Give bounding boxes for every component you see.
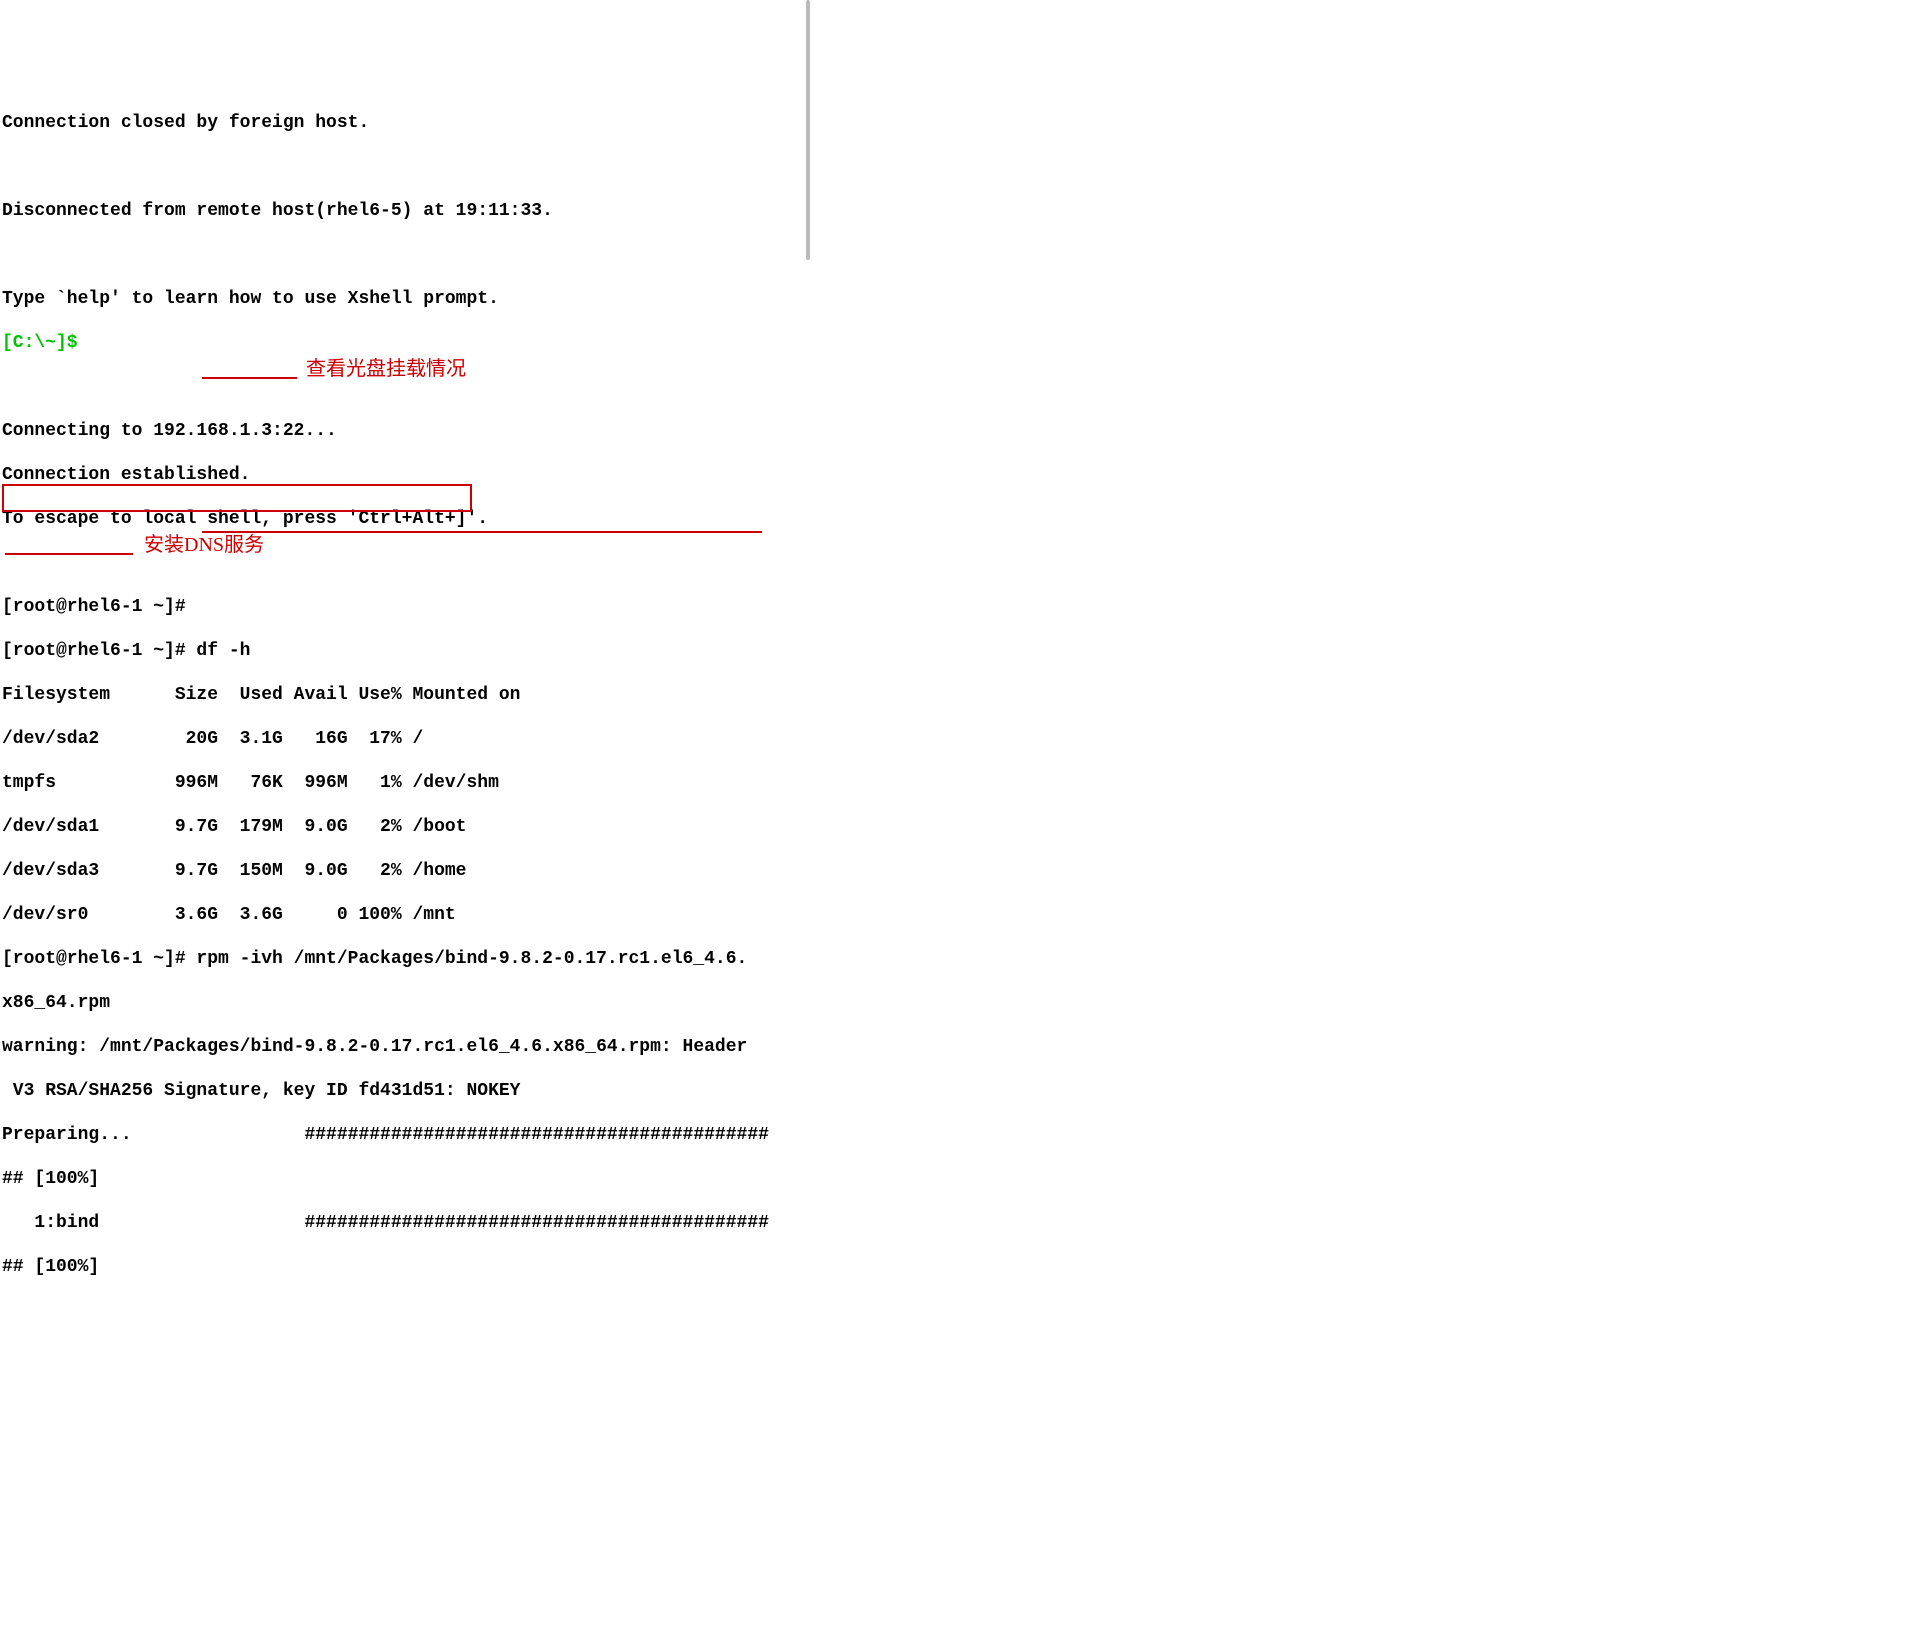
df-row-mnt: /dev/sr0 3.6G 3.6G 0 100% /mnt	[2, 904, 1909, 926]
output-blank	[2, 552, 1909, 574]
highlight-box-sr0	[2, 484, 472, 512]
underline-df-command	[202, 377, 297, 379]
rpm-preparing: Preparing... ###########################…	[2, 1124, 1909, 1146]
df-row: /dev/sda3 9.7G 150M 9.0G 2% /home	[2, 860, 1909, 882]
local-prompt[interactable]: [C:\~]$	[2, 332, 1909, 354]
rpm-warning-cont: V3 RSA/SHA256 Signature, key ID fd431d51…	[2, 1080, 1909, 1102]
command-df[interactable]: [root@rhel6-1 ~]# df -h	[2, 640, 1909, 662]
annotation-install-dns: 安装DNS服务	[144, 534, 264, 556]
df-row: tmpfs 996M 76K 996M 1% /dev/shm	[2, 772, 1909, 794]
output-line: Disconnected from remote host(rhel6-5) a…	[2, 200, 1909, 222]
underline-rpm-command-cont	[5, 553, 133, 555]
output-line: Connection closed by foreign host.	[2, 112, 1909, 134]
underline-rpm-command	[202, 531, 762, 533]
output-line: Connecting to 192.168.1.3:22...	[2, 420, 1909, 442]
command-rpm-cont: x86_64.rpm	[2, 992, 1909, 1014]
rpm-progress: ## [100%]	[2, 1168, 1909, 1190]
rpm-bind: 1:bind #################################…	[2, 1212, 1909, 1234]
terminal-output: Connection closed by foreign host. Disco…	[2, 90, 1909, 1586]
df-row: /dev/sda1 9.7G 179M 9.0G 2% /boot	[2, 816, 1909, 838]
output-line: Type `help' to learn how to use Xshell p…	[2, 288, 1909, 310]
scrollbar-thumb[interactable]	[806, 0, 810, 260]
output-line: Connection established.	[2, 464, 1909, 486]
output-blank	[2, 156, 1909, 178]
shell-prompt[interactable]: [root@rhel6-1 ~]#	[2, 596, 1909, 618]
annotation-cdrom-mount: 查看光盘挂载情况	[306, 358, 466, 380]
command-rpm[interactable]: [root@rhel6-1 ~]# rpm -ivh /mnt/Packages…	[2, 948, 1909, 970]
df-row: /dev/sda2 20G 3.1G 16G 17% /	[2, 728, 1909, 750]
rpm-progress: ## [100%]	[2, 1256, 1909, 1278]
output-blank	[2, 244, 1909, 266]
df-header: Filesystem Size Used Avail Use% Mounted …	[2, 684, 1909, 706]
output-blank	[2, 376, 1909, 398]
rpm-warning: warning: /mnt/Packages/bind-9.8.2-0.17.r…	[2, 1036, 1909, 1058]
